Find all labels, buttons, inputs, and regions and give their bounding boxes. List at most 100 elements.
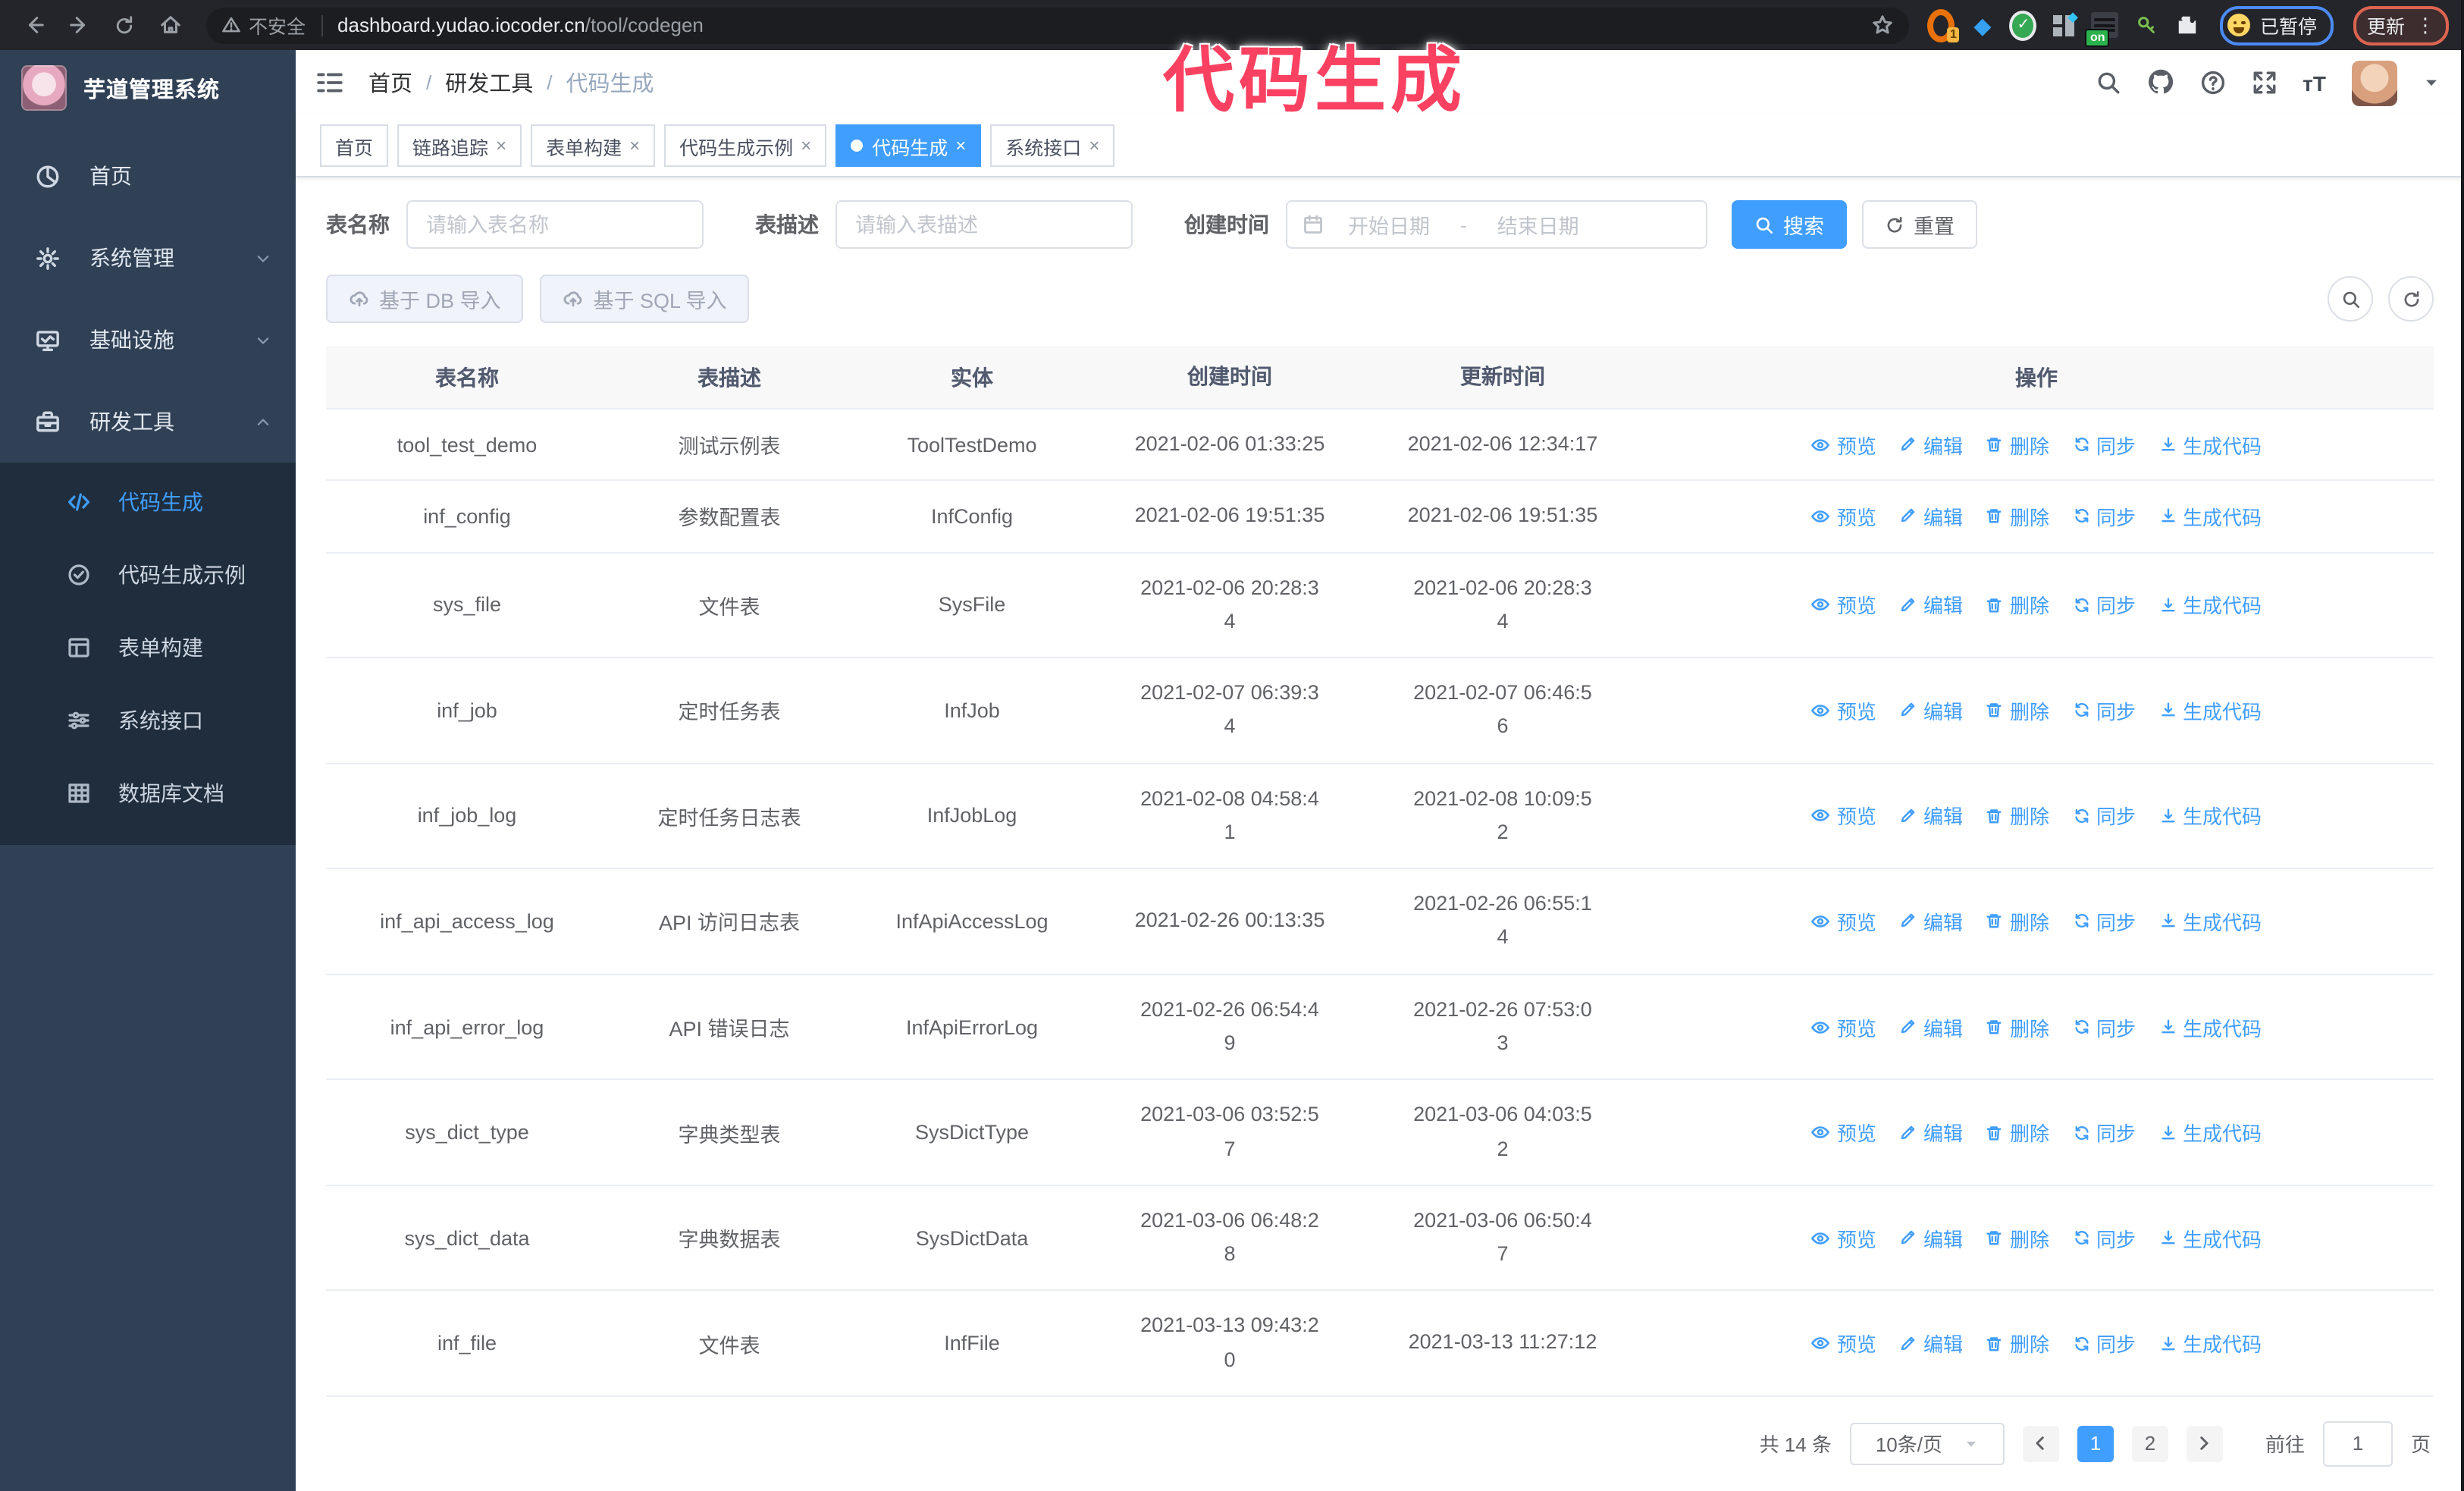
delete-link[interactable]: 删除 [1986,907,2049,936]
edit-link[interactable]: 编辑 [1899,1329,1963,1358]
delete-link[interactable]: 删除 [1986,1012,2049,1041]
preview-link[interactable]: 预览 [1811,802,1876,830]
profile-paused-chip[interactable]: 已暂停 [2220,5,2334,45]
edit-link[interactable]: 编辑 [1899,502,1963,531]
page-number-button[interactable]: 1 [2077,1425,2114,1462]
preview-link[interactable]: 预览 [1811,1012,1876,1041]
toggle-search-button[interactable] [2328,276,2373,322]
browser-home-button[interactable] [152,7,188,43]
sync-link[interactable]: 同步 [2072,1223,2136,1252]
preview-link[interactable]: 预览 [1811,1223,1876,1252]
tab[interactable]: 首页 [320,124,389,167]
generate-code-link[interactable]: 生成代码 [2158,502,2262,531]
delete-link[interactable]: 删除 [1986,430,2049,459]
generate-code-link[interactable]: 生成代码 [2158,1329,2262,1358]
sync-link[interactable]: 同步 [2072,907,2136,936]
delete-link[interactable]: 删除 [1986,1223,2049,1252]
generate-code-link[interactable]: 生成代码 [2158,802,2262,830]
tab[interactable]: 链路追踪 × [397,124,522,167]
preview-link[interactable]: 预览 [1811,591,1876,620]
user-avatar[interactable] [2352,60,2397,105]
edit-link[interactable]: 编辑 [1899,696,1963,725]
sync-link[interactable]: 同步 [2072,1118,2136,1147]
sidebar-item[interactable]: 研发工具 [0,381,296,463]
preview-link[interactable]: 预览 [1811,907,1876,936]
preview-link[interactable]: 预览 [1811,430,1876,459]
fullscreen-icon[interactable] [2251,69,2277,96]
refresh-table-button[interactable] [2388,276,2434,322]
extension-icon-grid[interactable]: ◆ [2051,8,2078,39]
sidebar-subitem[interactable]: 系统接口 [0,684,296,757]
bookmark-star-icon[interactable] [1872,11,1895,39]
sync-link[interactable]: 同步 [2072,430,2136,459]
sync-link[interactable]: 同步 [2072,591,2136,620]
tab-close-icon[interactable]: × [801,135,811,156]
delete-link[interactable]: 删除 [1986,502,2049,531]
browser-reload-button[interactable] [106,7,143,43]
prev-page-button[interactable] [2022,1425,2059,1462]
table-desc-input[interactable] [835,200,1133,249]
extensions-puzzle-icon[interactable] [2174,11,2201,39]
edit-link[interactable]: 编辑 [1899,907,1963,936]
tab-close-icon[interactable]: × [955,135,966,156]
edit-link[interactable]: 编辑 [1899,1118,1963,1147]
sidebar-item[interactable]: 基础设施 [0,299,296,381]
breadcrumb-item-home[interactable]: 首页 [368,67,412,99]
next-page-button[interactable] [2186,1425,2223,1462]
edit-link[interactable]: 编辑 [1899,1223,1963,1252]
delete-link[interactable]: 删除 [1986,696,2049,725]
import-sql-button[interactable]: 基于 SQL 导入 [540,275,750,323]
edit-link[interactable]: 编辑 [1899,430,1963,459]
sidebar-item[interactable]: 系统管理 [0,217,296,299]
tab[interactable]: 系统接口 × [990,124,1115,167]
sync-link[interactable]: 同步 [2072,502,2136,531]
generate-code-link[interactable]: 生成代码 [2158,907,2262,936]
preview-link[interactable]: 预览 [1811,502,1876,531]
user-menu-caret-icon[interactable] [2423,74,2440,91]
sync-link[interactable]: 同步 [2072,802,2136,830]
extension-icon-dark-on[interactable]: on [2085,11,2119,46]
address-bar[interactable]: 不安全 dashboard.yudao.iocoder.cn /tool/cod… [206,7,1910,43]
extension-icon-key[interactable] [2133,11,2160,39]
tab[interactable]: 表单构建 × [531,124,656,167]
generate-code-link[interactable]: 生成代码 [2158,696,2262,725]
tab-close-icon[interactable]: × [629,135,640,156]
sync-link[interactable]: 同步 [2072,696,2136,725]
generate-code-link[interactable]: 生成代码 [2158,430,2262,459]
page-size-select[interactable]: 10条/页 [1849,1422,2005,1465]
sidebar-subitem[interactable]: 表单构建 [0,611,296,684]
header-search-icon[interactable] [2095,69,2121,96]
sidebar-subitem[interactable]: 代码生成 [0,466,296,538]
help-icon[interactable] [2199,69,2225,96]
sidebar-subitem[interactable]: 代码生成示例 [0,538,296,611]
sidebar-subitem[interactable]: 数据库文档 [0,757,296,830]
generate-code-link[interactable]: 生成代码 [2158,1223,2262,1252]
browser-menu-icon[interactable]: ⋮ [2415,13,2435,37]
search-button[interactable]: 搜索 [1732,200,1847,249]
browser-forward-button[interactable] [61,7,97,43]
sidebar-item[interactable]: 首页 [0,135,296,217]
font-size-icon[interactable]: тT [2303,71,2326,95]
tab-close-icon[interactable]: × [496,135,506,156]
tab[interactable]: 代码生成示例 × [664,124,827,167]
edit-link[interactable]: 编辑 [1899,802,1963,830]
sync-link[interactable]: 同步 [2072,1012,2136,1041]
extension-icon-orange[interactable]: 1 [1927,8,1960,42]
delete-link[interactable]: 删除 [1986,1329,2049,1358]
delete-link[interactable]: 删除 [1986,802,2049,830]
preview-link[interactable]: 预览 [1811,1329,1876,1358]
date-range-picker[interactable]: 开始日期 - 结束日期 [1286,200,1707,249]
goto-page-input[interactable] [2322,1420,2393,1467]
browser-update-button[interactable]: 更新 ⋮ [2353,5,2449,45]
extension-icon-diamond[interactable]: ◆ [1969,11,1996,39]
breadcrumb-item-devtools[interactable]: 研发工具 [445,67,533,99]
edit-link[interactable]: 编辑 [1899,591,1963,620]
github-icon[interactable] [2146,69,2174,96]
preview-link[interactable]: 预览 [1811,696,1876,725]
generate-code-link[interactable]: 生成代码 [2158,591,2262,620]
sync-link[interactable]: 同步 [2072,1329,2136,1358]
import-db-button[interactable]: 基于 DB 导入 [326,275,524,323]
page-number-button[interactable]: 2 [2131,1425,2168,1462]
delete-link[interactable]: 删除 [1986,591,2049,620]
delete-link[interactable]: 删除 [1986,1118,2049,1147]
